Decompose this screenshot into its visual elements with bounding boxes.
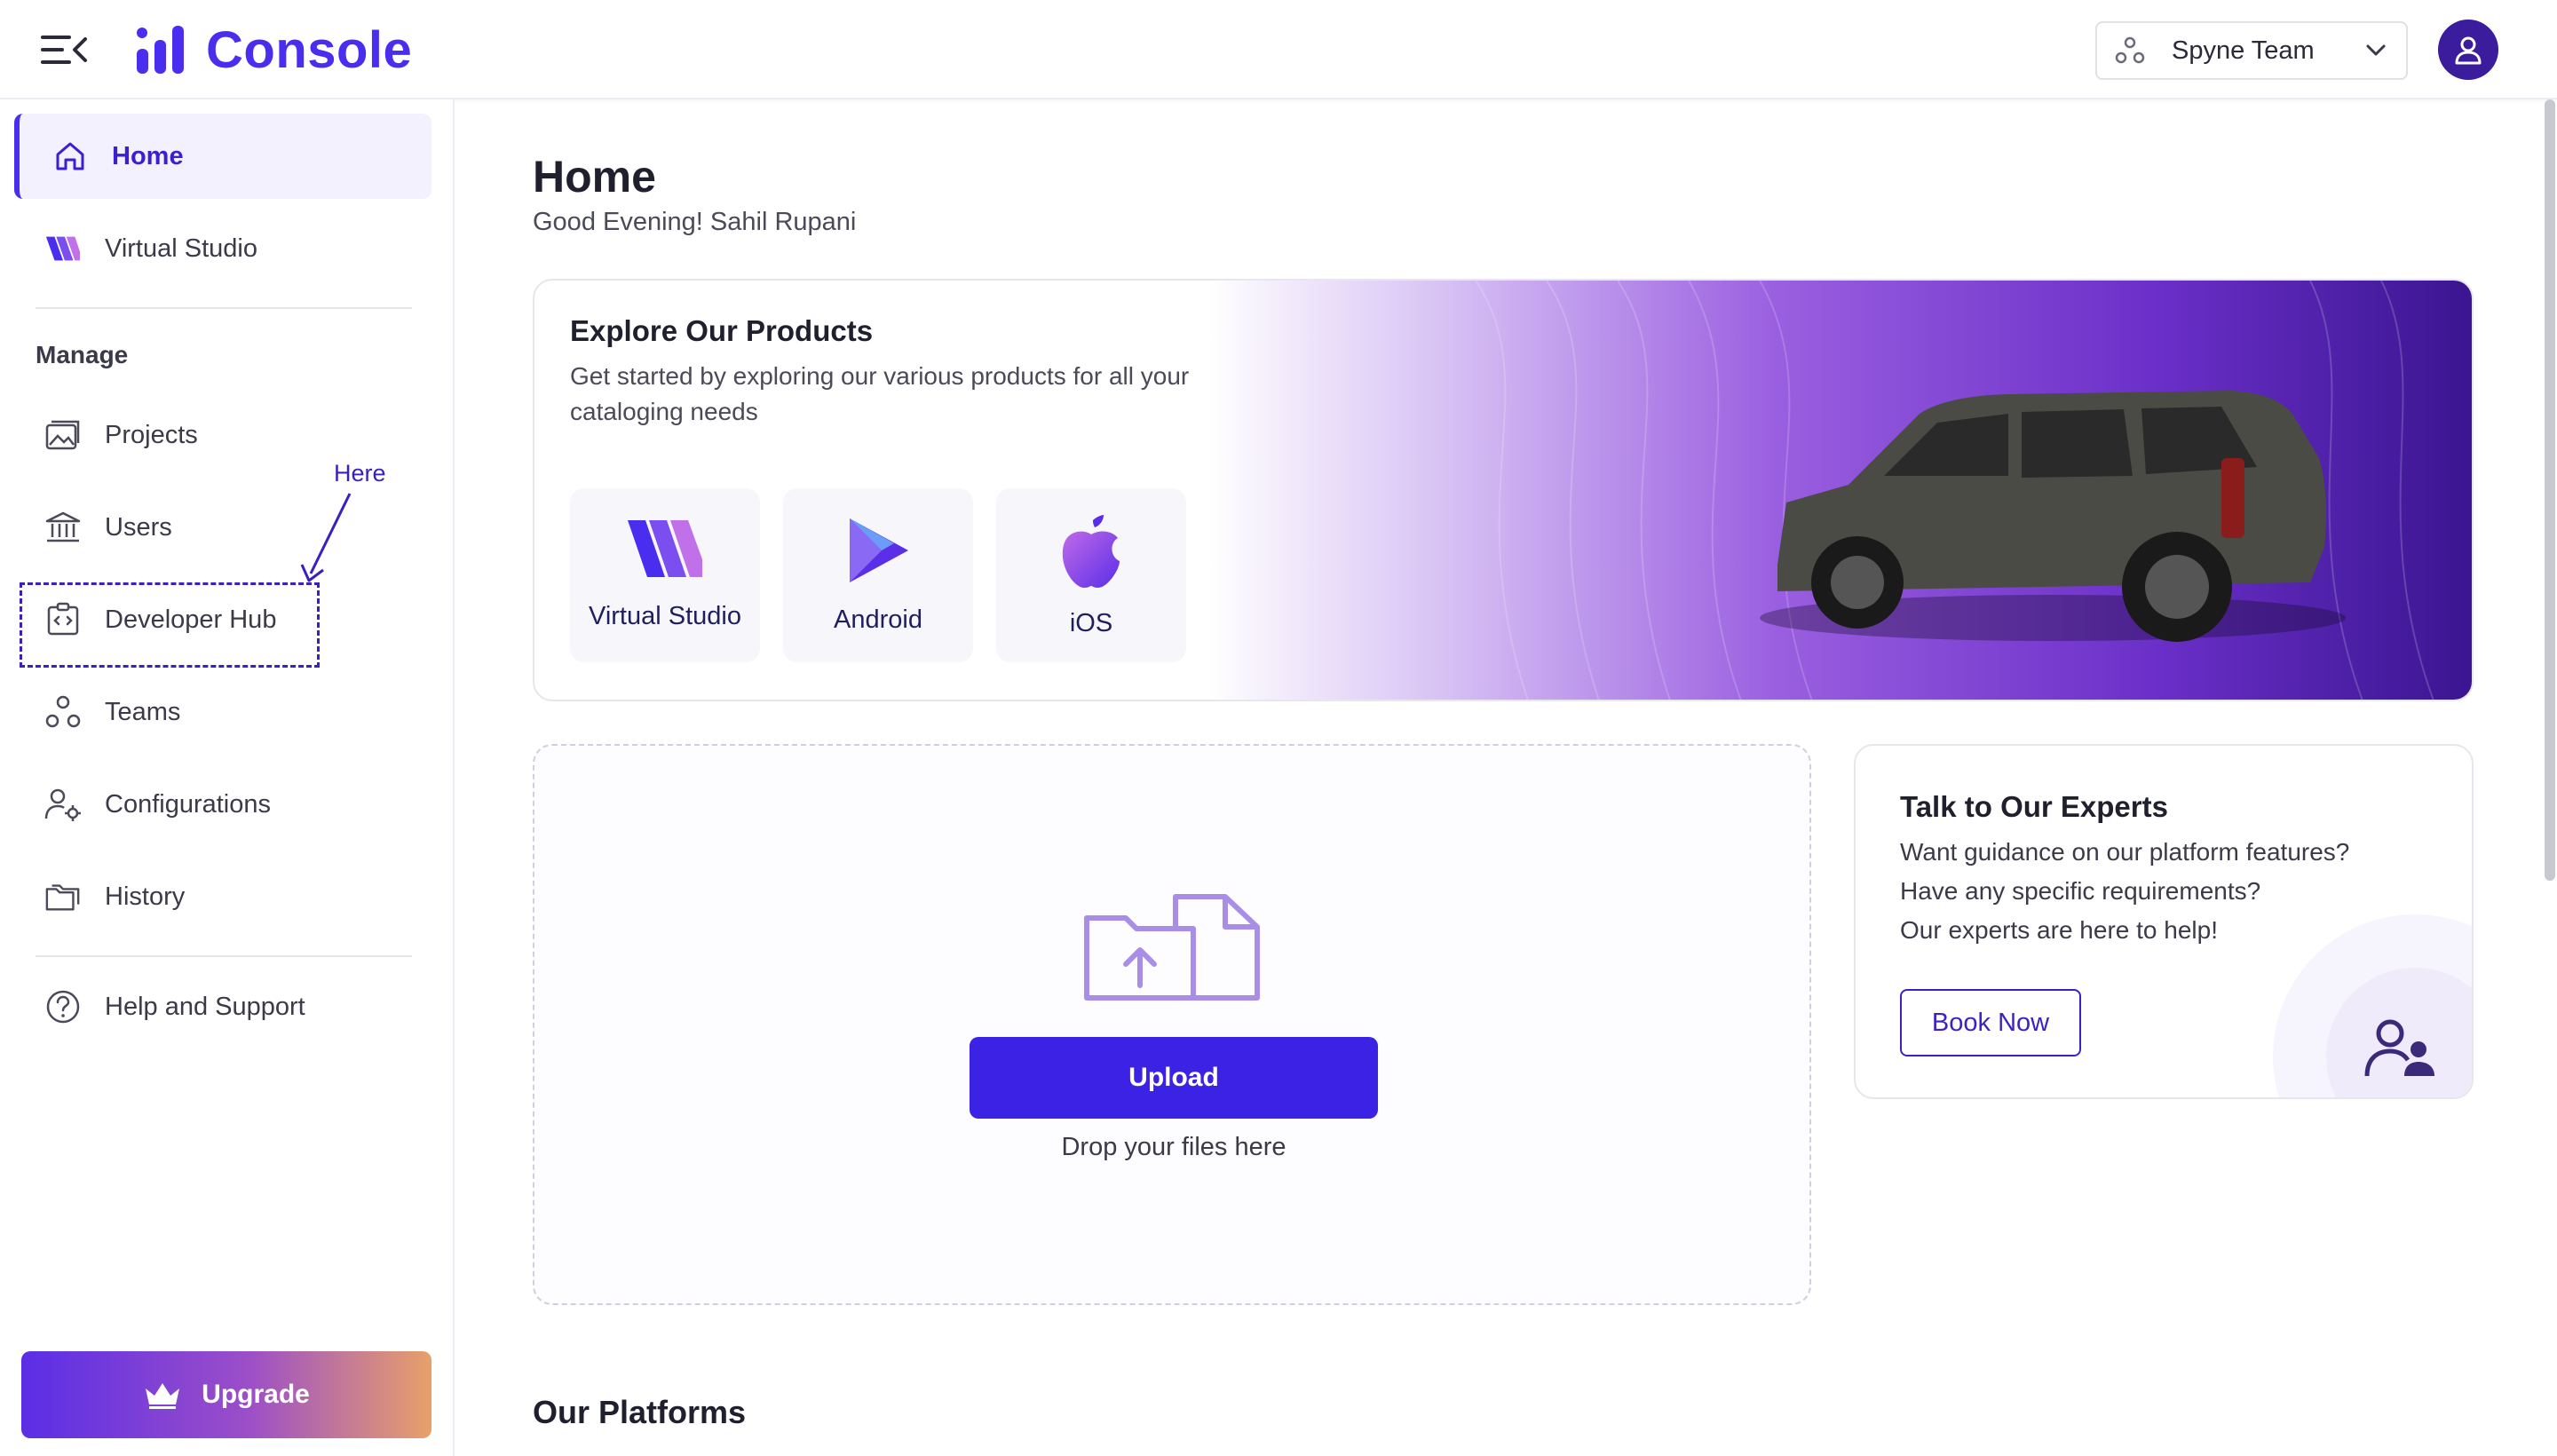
sidebar-item-help[interactable]: Help and Support xyxy=(14,964,431,1049)
product-label: Virtual Studio xyxy=(589,602,741,630)
teams-icon xyxy=(44,693,82,731)
experts-users-icon xyxy=(2364,1019,2434,1077)
folders-icon xyxy=(44,878,82,915)
app-logo[interactable]: Console xyxy=(135,20,413,79)
user-avatar[interactable] xyxy=(2438,20,2498,80)
virtual-studio-icon xyxy=(44,230,82,267)
explore-products-card: Explore Our Products Get started by expl… xyxy=(533,279,2474,701)
android-play-icon xyxy=(850,518,908,582)
logo-bars-icon xyxy=(137,26,184,74)
annotation-label: Here xyxy=(334,460,386,487)
help-circle-icon xyxy=(44,988,82,1025)
home-icon xyxy=(51,138,89,175)
experts-text-line: Want guidance on our platform features? xyxy=(1900,838,2350,866)
team-name: Spyne Team xyxy=(2172,36,2315,65)
product-tile-android[interactable]: Android xyxy=(783,488,973,662)
drop-files-text: Drop your files here xyxy=(1061,1133,1286,1161)
sidebar-item-label: Virtual Studio xyxy=(105,233,257,263)
greeting-text: Good Evening! Sahil Rupani xyxy=(533,208,857,236)
bank-icon xyxy=(44,509,82,546)
product-label: Android xyxy=(834,605,922,634)
top-header: Console Spyne Team xyxy=(0,0,2557,99)
sidebar-item-label: Teams xyxy=(105,697,181,726)
car-illustration-icon xyxy=(1475,281,2434,700)
sidebar-item-users[interactable]: Users xyxy=(14,485,431,570)
virtual-studio-icon xyxy=(628,520,702,577)
explore-title: Explore Our Products xyxy=(570,314,874,347)
projects-icon xyxy=(44,416,82,454)
sidebar-item-label: Users xyxy=(105,512,172,542)
experts-text-line: Have any specific requirements? xyxy=(1900,877,2261,905)
chevron-down-icon xyxy=(2366,44,2386,56)
upload-dropzone[interactable]: Upload Drop your files here xyxy=(533,744,1811,1305)
apple-icon xyxy=(1062,515,1120,588)
user-icon xyxy=(2455,36,2482,65)
logo-text: Console xyxy=(206,20,413,79)
sidebar: Home Virtual Studio Manage Projects User… xyxy=(0,99,455,1456)
annotation-arrow-icon xyxy=(300,493,352,582)
sidebar-item-label: Home xyxy=(112,141,184,170)
experts-text-line: Our experts are here to help! xyxy=(1900,916,2218,944)
sidebar-item-teams[interactable]: Teams xyxy=(14,669,431,755)
experts-card: Talk to Our Experts Want guidance on our… xyxy=(1854,744,2474,1099)
sidebar-divider xyxy=(36,307,412,309)
product-tile-virtual-studio[interactable]: Virtual Studio xyxy=(570,488,760,662)
sidebar-item-history[interactable]: History xyxy=(14,854,431,939)
book-now-button[interactable]: Book Now xyxy=(1900,989,2081,1056)
product-label: iOS xyxy=(1069,609,1113,637)
upgrade-button[interactable]: Upgrade xyxy=(21,1351,431,1438)
menu-collapse-icon[interactable] xyxy=(39,30,89,71)
explore-description: Get started by exploring our various pro… xyxy=(570,362,1190,425)
developer-hub-highlight xyxy=(20,582,320,668)
section-title-manage: Manage xyxy=(36,341,129,368)
team-selector[interactable]: Spyne Team xyxy=(2095,21,2408,80)
product-tile-ios[interactable]: iOS xyxy=(996,488,1186,662)
sidebar-item-label: Projects xyxy=(105,420,198,449)
sidebar-item-virtual-studio[interactable]: Virtual Studio xyxy=(14,206,431,291)
crown-icon xyxy=(146,1383,180,1409)
sidebar-item-home[interactable]: Home xyxy=(14,114,431,199)
page-title: Home xyxy=(533,152,656,202)
upload-folder-icon xyxy=(1084,894,1260,1001)
upgrade-label: Upgrade xyxy=(202,1380,310,1409)
experts-title: Talk to Our Experts xyxy=(1900,790,2168,823)
team-icon xyxy=(2115,36,2145,64)
sidebar-item-label: History xyxy=(105,882,186,911)
page-scrollbar[interactable] xyxy=(2545,99,2555,881)
product-banner xyxy=(1209,281,2472,700)
sidebar-item-configurations[interactable]: Configurations xyxy=(14,762,431,847)
platforms-heading: Our Platforms xyxy=(533,1394,747,1430)
sidebar-item-label: Configurations xyxy=(105,789,271,819)
upload-button[interactable]: Upload xyxy=(970,1037,1378,1119)
sidebar-item-label: Help and Support xyxy=(105,992,305,1021)
sidebar-divider xyxy=(36,955,412,957)
user-settings-icon xyxy=(44,786,82,823)
